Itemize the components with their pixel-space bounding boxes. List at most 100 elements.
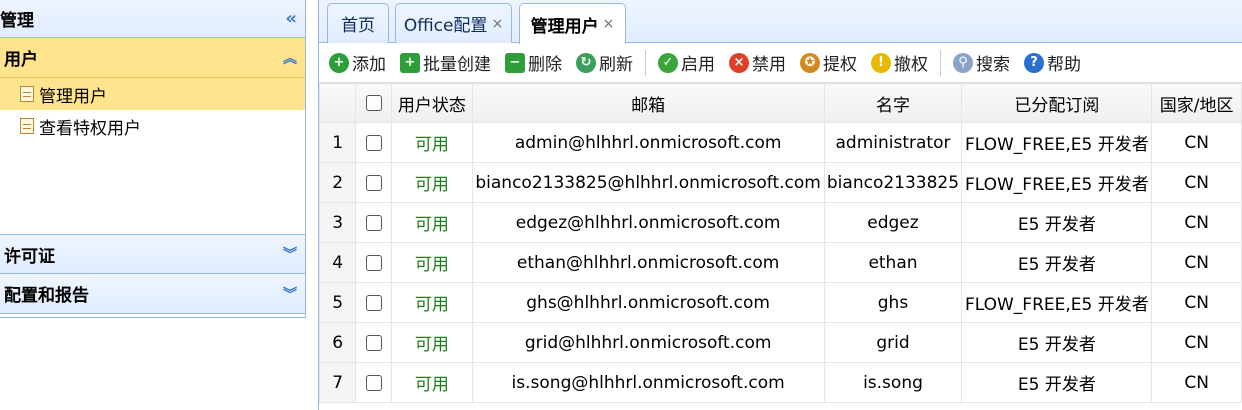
accordion-label-users: 用户 bbox=[4, 50, 38, 70]
column-header-email[interactable]: 邮箱 bbox=[471, 83, 825, 123]
delete-button[interactable]: − 删除 bbox=[505, 50, 562, 75]
chevron-down-icon[interactable]: ︾ bbox=[283, 284, 297, 304]
toolbar-button-label: 刷新 bbox=[599, 55, 633, 75]
row-checkbox[interactable] bbox=[365, 334, 382, 351]
row-checkbox-cell[interactable] bbox=[355, 282, 392, 323]
table-row[interactable]: 7 可用 is.song@hlhhrl.onmicrosoft.com is.song… bbox=[318, 362, 1242, 403]
medal-icon: ✪ bbox=[800, 52, 820, 73]
document-icon bbox=[20, 86, 34, 102]
cell-status: 可用 bbox=[390, 202, 473, 243]
row-checkbox-cell[interactable] bbox=[355, 362, 392, 403]
toolbar-button-label: 撤权 bbox=[894, 55, 928, 75]
row-number: 2 bbox=[318, 162, 357, 203]
cell-email: ghs@hlhhrl.onmicrosoft.com bbox=[471, 282, 825, 323]
add-button[interactable]: + 添加 bbox=[329, 50, 386, 75]
row-checkbox-cell[interactable] bbox=[355, 202, 392, 243]
row-checkbox-cell[interactable] bbox=[355, 242, 392, 283]
accordion-header-config-reports[interactable]: 配置和报告 ︾ bbox=[0, 274, 305, 314]
table-row[interactable]: 3 可用 edgez@hlhhrl.onmicrosoft.com edgez E5 开… bbox=[318, 202, 1242, 243]
accordion-header-users[interactable]: 用户 ︽ bbox=[0, 38, 305, 78]
nav-item-label: 管理用户 bbox=[39, 86, 107, 107]
cell-status: 可用 bbox=[390, 362, 473, 403]
accordion-body-users: 管理用户 查看特权用户 bbox=[0, 78, 305, 234]
cell-name: ethan bbox=[823, 242, 963, 283]
cell-email: grid@hlhhrl.onmicrosoft.com bbox=[471, 322, 825, 363]
batch-add-button[interactable]: + 批量创建 bbox=[400, 50, 491, 75]
enable-button[interactable]: ✓ 启用 bbox=[658, 50, 715, 75]
accordion-label-config-reports: 配置和报告 bbox=[4, 286, 89, 306]
cell-name: grid bbox=[823, 322, 963, 363]
row-checkbox-cell[interactable] bbox=[355, 162, 392, 203]
cell-status: 可用 bbox=[390, 162, 473, 203]
toolbar-button-label: 帮助 bbox=[1047, 55, 1081, 75]
refresh-icon: ↻ bbox=[576, 52, 596, 73]
column-header-subscriptions[interactable]: 已分配订阅 bbox=[961, 83, 1153, 123]
add-icon: + bbox=[329, 52, 349, 73]
help-button[interactable]: ? 帮助 bbox=[1024, 50, 1081, 75]
help-icon: ? bbox=[1024, 52, 1044, 73]
cell-subscriptions: E5 开发者 bbox=[961, 242, 1153, 283]
cell-status: 可用 bbox=[390, 282, 473, 323]
row-checkbox[interactable] bbox=[365, 294, 382, 311]
toolbar-button-label: 添加 bbox=[352, 55, 386, 75]
row-checkbox[interactable] bbox=[365, 374, 382, 391]
row-number: 6 bbox=[318, 322, 357, 363]
table-header-row: 用户状态 邮箱 名字 已分配订阅 国家/地区 bbox=[318, 83, 1242, 123]
column-header-status[interactable]: 用户状态 bbox=[390, 83, 473, 123]
disable-button[interactable]: × 禁用 bbox=[729, 50, 786, 75]
left-panel-title: 管理 bbox=[0, 11, 34, 31]
select-all-checkbox-cell[interactable] bbox=[355, 83, 392, 123]
row-number: 4 bbox=[318, 242, 357, 283]
cell-subscriptions: E5 开发者 bbox=[961, 322, 1153, 363]
warning-button[interactable]: ! 撤权 bbox=[871, 50, 928, 75]
row-checkbox[interactable] bbox=[365, 254, 382, 271]
close-icon[interactable]: × bbox=[603, 16, 615, 32]
collapse-panel-icon[interactable]: « bbox=[285, 8, 299, 29]
select-all-checkbox[interactable] bbox=[365, 95, 382, 111]
table-row[interactable]: 5 可用 ghs@hlhhrl.onmicrosoft.com ghs FLOW_FRE… bbox=[318, 282, 1242, 323]
tab-home[interactable]: 首页 bbox=[327, 3, 389, 43]
toolbar-button-label: 删除 bbox=[528, 55, 562, 75]
left-nav-panel: 管理 « 用户 ︽ 管理用户 查看特权用户 许可证 ︾ 配置和报告 ︾ bbox=[0, 0, 306, 318]
row-checkbox[interactable] bbox=[365, 214, 382, 231]
table-row[interactable]: 2 可用 bianco2133825@hlhhrl.onmicrosoft.com b… bbox=[318, 162, 1242, 203]
toolbar-button-label: 搜索 bbox=[976, 55, 1010, 75]
close-icon[interactable]: × bbox=[491, 16, 503, 32]
disable-icon: × bbox=[729, 52, 749, 73]
tab-office-config[interactable]: Office配置 × bbox=[395, 3, 512, 43]
table-row[interactable]: 1 可用 admin@hlhhrl.onmicrosoft.com administr… bbox=[318, 122, 1242, 163]
row-number: 5 bbox=[318, 282, 357, 323]
cell-status: 可用 bbox=[390, 242, 473, 283]
tab-manage-users[interactable]: 管理用户 × bbox=[519, 3, 626, 44]
cell-country: CN bbox=[1151, 242, 1242, 283]
accordion-header-licenses[interactable]: 许可证 ︾ bbox=[0, 234, 305, 274]
cell-status: 可用 bbox=[390, 122, 473, 163]
column-header-country[interactable]: 国家/地区 bbox=[1151, 83, 1242, 123]
table-row[interactable]: 4 可用 ethan@hlhhrl.onmicrosoft.com ethan E5 开… bbox=[318, 242, 1242, 283]
users-table: 用户状态 邮箱 名字 已分配订阅 国家/地区 1 可用 admin@hlhhrl.o… bbox=[318, 83, 1242, 403]
cell-subscriptions: FLOW_FREE,E5 开发者 bbox=[961, 122, 1153, 163]
row-checkbox[interactable] bbox=[365, 134, 382, 151]
refresh-button[interactable]: ↻ 刷新 bbox=[576, 50, 633, 75]
medal-button[interactable]: ✪ 提权 bbox=[800, 50, 857, 75]
nav-item-privileged-users[interactable]: 查看特权用户 bbox=[0, 110, 305, 142]
chevron-up-icon[interactable]: ︽ bbox=[283, 48, 297, 68]
search-icon: ⚲ bbox=[953, 52, 973, 73]
tab-label: Office配置 bbox=[403, 16, 488, 36]
row-checkbox[interactable] bbox=[365, 174, 382, 191]
row-checkbox-cell[interactable] bbox=[355, 322, 392, 363]
toolbar-button-label: 提权 bbox=[823, 55, 857, 75]
cell-country: CN bbox=[1151, 362, 1242, 403]
row-checkbox-cell[interactable] bbox=[355, 122, 392, 163]
search-button[interactable]: ⚲ 搜索 bbox=[953, 50, 1010, 75]
chevron-down-icon[interactable]: ︾ bbox=[283, 244, 297, 264]
table-row[interactable]: 6 可用 grid@hlhhrl.onmicrosoft.com grid E5 开发者… bbox=[318, 322, 1242, 363]
toolbar-button-label: 批量创建 bbox=[423, 55, 491, 75]
cell-name: administrator bbox=[823, 122, 963, 163]
cell-email: admin@hlhhrl.onmicrosoft.com bbox=[471, 122, 825, 163]
toolbar-separator bbox=[645, 49, 646, 76]
cell-name: bianco2133825 bbox=[823, 162, 963, 203]
column-header-name[interactable]: 名字 bbox=[823, 83, 963, 123]
left-panel-header: 管理 « bbox=[0, 0, 305, 38]
nav-item-manage-users[interactable]: 管理用户 bbox=[0, 78, 305, 110]
